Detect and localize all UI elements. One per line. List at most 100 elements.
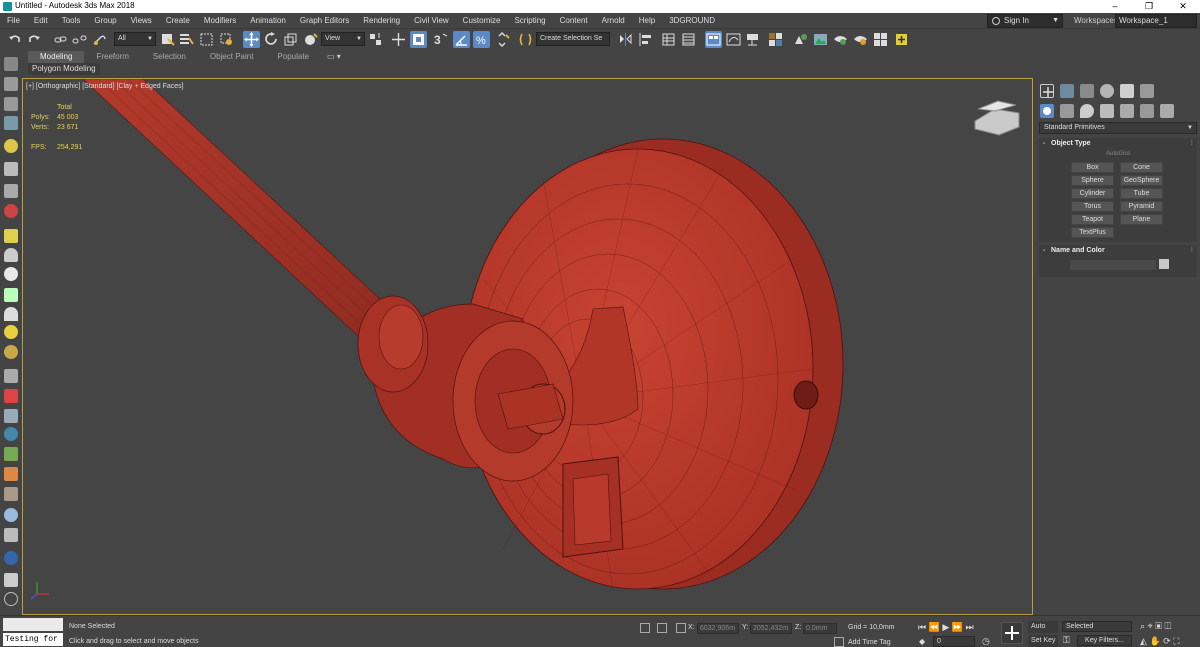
primitive-type-dropdown[interactable]: Standard Primitives ▼ xyxy=(1039,122,1197,134)
systems-category-icon[interactable] xyxy=(1160,104,1174,118)
helpers-category-icon[interactable] xyxy=(1120,104,1134,118)
keyboard-shortcut-toggle-icon[interactable] xyxy=(410,31,427,48)
x-coordinate-field[interactable]: 6032,906m xyxy=(697,623,739,634)
selection-lock-icon[interactable] xyxy=(657,623,667,633)
window-crossing-icon[interactable] xyxy=(218,31,235,48)
box-button[interactable]: Box xyxy=(1071,162,1114,173)
next-frame-icon[interactable]: ⏩ xyxy=(952,622,963,632)
pan-icon[interactable]: ✋ xyxy=(1149,636,1160,646)
create-tab-icon[interactable] xyxy=(1040,84,1054,98)
torus-icon[interactable] xyxy=(4,288,18,302)
tab-modeling[interactable]: Modeling xyxy=(28,51,85,63)
render-iterative-icon[interactable] xyxy=(852,31,869,48)
menu-customize[interactable]: Customize xyxy=(456,13,508,29)
cone-icon[interactable] xyxy=(4,307,18,321)
sun-icon[interactable] xyxy=(4,325,18,339)
field-of-view-icon[interactable]: ◭ xyxy=(1140,636,1147,646)
list-icon[interactable] xyxy=(4,97,18,111)
grid-icon[interactable] xyxy=(4,369,18,383)
menu-animation[interactable]: Animation xyxy=(243,13,293,29)
record-icon[interactable] xyxy=(4,204,18,218)
render-production-icon[interactable] xyxy=(832,31,849,48)
zoom-icon[interactable]: ⌕ xyxy=(1140,621,1145,631)
rendered-frame-window-icon[interactable] xyxy=(812,31,829,48)
menu-file[interactable]: File xyxy=(0,13,27,29)
maximize-viewport-icon[interactable]: ⛶ xyxy=(1173,636,1179,646)
reference-coord-dropdown[interactable]: View ▼ xyxy=(321,32,365,46)
menu-3dground[interactable]: 3DGROUND xyxy=(662,13,722,29)
modify-tab-icon[interactable] xyxy=(1060,84,1074,98)
auto-key-button[interactable]: Auto Key xyxy=(1028,621,1058,642)
help-icon[interactable] xyxy=(4,592,18,606)
plane-button[interactable]: Plane xyxy=(1120,214,1163,225)
zoom-extents-all-icon[interactable]: ◫ xyxy=(1165,621,1172,631)
teapot-button[interactable]: Teapot xyxy=(1071,214,1114,225)
tab-selection[interactable]: Selection xyxy=(141,51,198,63)
tube-button[interactable]: Tube xyxy=(1120,188,1163,199)
add-time-tag-button[interactable]: Add Time Tag xyxy=(848,639,891,646)
sign-in-button[interactable]: Sign In ▼ xyxy=(987,14,1063,28)
select-object-icon[interactable] xyxy=(159,31,176,48)
dome-icon[interactable] xyxy=(4,248,18,262)
layer-explorer-icon[interactable] xyxy=(680,31,697,48)
select-and-place-icon[interactable] xyxy=(302,31,319,48)
time-config-icon[interactable]: ◷ xyxy=(982,636,990,647)
geosphere-button[interactable]: GeoSphere xyxy=(1120,175,1163,186)
minimize-button[interactable]: – xyxy=(1098,0,1132,13)
material-sphere-icon[interactable] xyxy=(4,345,18,359)
motion-tab-icon[interactable] xyxy=(1100,84,1114,98)
select-and-rotate-icon[interactable] xyxy=(263,31,280,48)
key-selection-dropdown[interactable]: Selected xyxy=(1062,621,1132,632)
plugin-icon[interactable] xyxy=(893,31,910,48)
select-and-move-icon[interactable] xyxy=(243,31,260,48)
menu-modifiers[interactable]: Modifiers xyxy=(197,13,243,29)
fire-icon[interactable] xyxy=(4,467,18,481)
schematic-view-icon[interactable] xyxy=(744,31,761,48)
name-and-color-header[interactable]: - Name and Color ⁞ xyxy=(1039,245,1197,257)
angle-snap-icon[interactable] xyxy=(453,31,470,48)
select-and-scale-icon[interactable] xyxy=(282,31,299,48)
water-icon[interactable] xyxy=(4,508,18,522)
autogrid-checkbox[interactable]: AutoGrid xyxy=(1039,151,1197,157)
viewport[interactable]: [+] [Orthographic] [Standard] [Clay + Ed… xyxy=(22,78,1033,615)
y-coordinate-field[interactable]: 2052,432m xyxy=(750,623,792,634)
utilities-tab-icon[interactable] xyxy=(1140,84,1154,98)
material-editor-icon[interactable] xyxy=(767,31,784,48)
menu-group[interactable]: Group xyxy=(87,13,123,29)
go-to-end-icon[interactable]: ⏭ xyxy=(966,622,974,632)
render-setup-icon[interactable] xyxy=(792,31,809,48)
note-icon[interactable] xyxy=(4,229,18,243)
sphere-icon[interactable] xyxy=(4,267,18,281)
hierarchy-tab-icon[interactable] xyxy=(1080,84,1094,98)
viewport-layout-icon[interactable] xyxy=(4,57,18,71)
geometry-category-icon[interactable] xyxy=(1040,104,1054,118)
orbit-icon[interactable]: ⟳ xyxy=(1163,636,1171,646)
menu-rendering[interactable]: Rendering xyxy=(356,13,407,29)
sphere-button[interactable]: Sphere xyxy=(1071,175,1114,186)
set-key-mode-button[interactable]: Set Key xyxy=(1028,635,1058,647)
paint-icon[interactable] xyxy=(4,528,18,542)
light-bulb-icon[interactable] xyxy=(4,139,18,153)
redo-icon[interactable] xyxy=(26,31,43,48)
key-icon[interactable]: ⚿ xyxy=(1063,635,1070,646)
space-warps-category-icon[interactable] xyxy=(1140,104,1154,118)
previous-frame-icon[interactable]: ⏪ xyxy=(929,622,940,632)
maximize-button[interactable]: ❐ xyxy=(1132,0,1166,13)
menu-arnold[interactable]: Arnold xyxy=(595,13,632,29)
scene-explorer-icon[interactable] xyxy=(660,31,677,48)
time-tag-icon[interactable] xyxy=(834,637,844,647)
cameras-category-icon[interactable] xyxy=(1100,104,1114,118)
link-icon[interactable] xyxy=(52,31,69,48)
percent-snap-icon[interactable]: % xyxy=(473,31,490,48)
maxscript-listener-output[interactable] xyxy=(3,618,63,631)
close-button[interactable]: ✕ xyxy=(1166,0,1200,13)
cylinder-button[interactable]: Cylinder xyxy=(1071,188,1114,199)
align-icon[interactable] xyxy=(637,31,654,48)
render-icon[interactable] xyxy=(4,551,18,565)
tab-freeform[interactable]: Freeform xyxy=(84,51,140,63)
snaps-toggle-icon[interactable]: 3 xyxy=(432,31,449,48)
menu-graph-editors[interactable]: Graph Editors xyxy=(293,13,356,29)
brush-icon[interactable] xyxy=(4,389,18,403)
key-filters-button[interactable]: Key Filters... xyxy=(1077,635,1132,646)
undo-icon[interactable] xyxy=(6,31,23,48)
